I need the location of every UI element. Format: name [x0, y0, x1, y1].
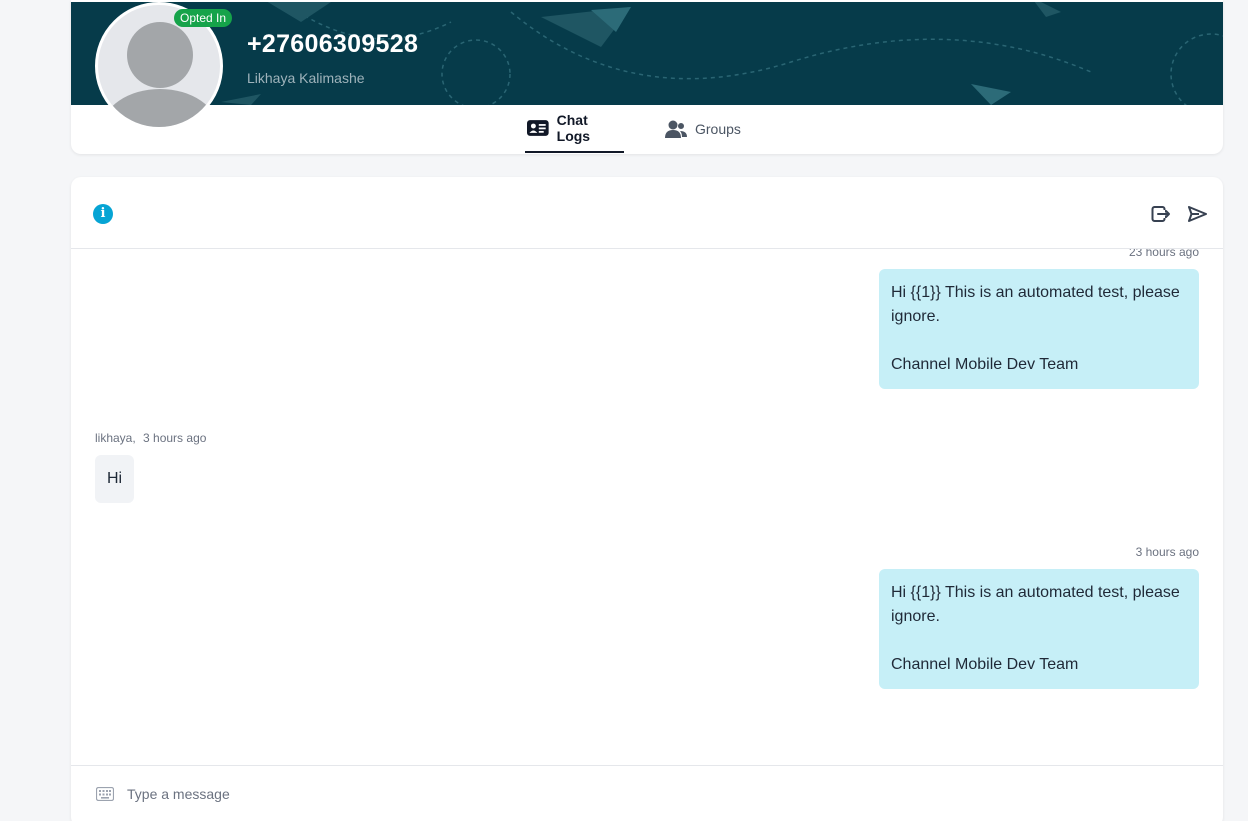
- header-banner: +27606309528 Likhaya Kalimashe: [71, 2, 1223, 105]
- incoming-message-meta: likhaya, 3 hours ago: [95, 431, 206, 445]
- chat-panel: i 23 hours ago Hi {{1}} This is an autom…: [71, 177, 1223, 821]
- tab-groups[interactable]: Groups: [665, 105, 755, 153]
- message-list: 23 hours ago Hi {{1}} This is an automat…: [71, 249, 1223, 765]
- tab-chat-logs-label: Chat Logs: [556, 112, 591, 144]
- tab-groups-label: Groups: [695, 121, 741, 137]
- message-composer: [71, 765, 1223, 821]
- contact-phone: +27606309528: [247, 30, 419, 58]
- message-sender: likhaya,: [95, 431, 136, 445]
- message-timestamp: 23 hours ago: [1128, 249, 1199, 259]
- address-card-icon: [527, 120, 549, 136]
- tab-chat-logs[interactable]: Chat Logs: [525, 105, 624, 153]
- contact-page: +27606309528 Likhaya Kalimashe Opted In …: [0, 0, 1248, 821]
- send-icon[interactable]: [1187, 204, 1207, 224]
- outgoing-message: Hi {{1}} This is an automated test, plea…: [879, 569, 1199, 689]
- profile-tabs: Chat Logs Groups: [71, 105, 1223, 153]
- keyboard-icon: [96, 787, 114, 801]
- info-icon[interactable]: i: [93, 204, 113, 224]
- opted-in-badge: Opted In: [174, 9, 233, 27]
- users-icon: [665, 120, 687, 138]
- message-timestamp: 3 hours ago: [143, 431, 207, 445]
- exit-icon[interactable]: [1151, 204, 1171, 224]
- contact-name: Likhaya Kalimashe: [247, 70, 365, 86]
- incoming-message: Hi: [95, 455, 135, 503]
- outgoing-message: Hi {{1}} This is an automated test, plea…: [879, 269, 1199, 389]
- message-input[interactable]: [127, 780, 1187, 808]
- avatar-head: [127, 22, 193, 88]
- message-timestamp: 3 hours ago: [1135, 545, 1199, 559]
- chat-toolbar: i: [71, 177, 1223, 249]
- contact-header-card: +27606309528 Likhaya Kalimashe Opted In …: [71, 0, 1223, 154]
- banner-pattern: [221, 2, 1223, 105]
